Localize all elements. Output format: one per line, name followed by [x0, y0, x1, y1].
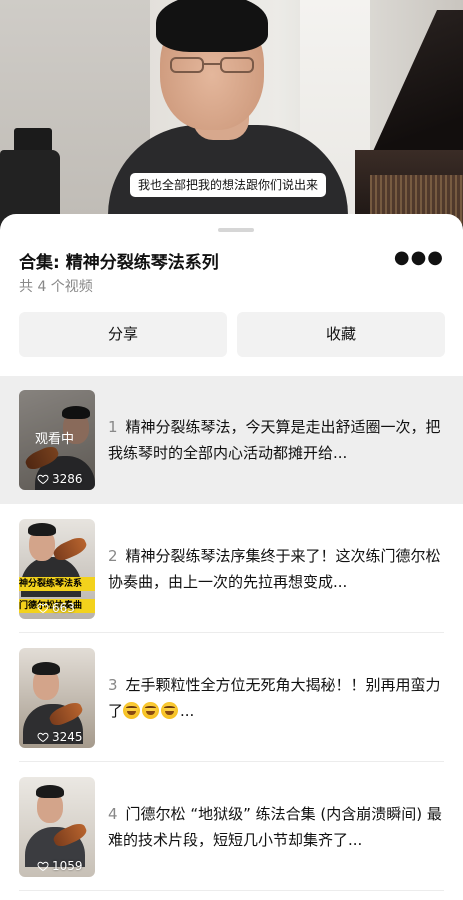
video-title: 门德尔松 “地狱级” 练法合集 (内含崩溃瞬间) 最难的技术片段，短短几小节却集… — [108, 805, 442, 849]
video-thumbnail: 3245 — [19, 648, 95, 748]
video-title: 精神分裂练琴法，今天算是走出舒适圈一次，把我练琴时的全部内心活动都摊开给... — [108, 418, 441, 462]
video-description: 1 精神分裂练琴法，今天算是走出舒适圈一次，把我练琴时的全部内心活动都摊开给... — [108, 414, 444, 466]
like-count: 663 — [37, 601, 75, 615]
laughing-crying-emoji-icon — [142, 702, 160, 719]
laughing-crying-emoji-icon — [161, 702, 179, 719]
video-index: 4 — [108, 805, 118, 823]
video-subtitle: 我也全部把我的想法跟你们说出来 — [130, 173, 327, 197]
like-count: 1059 — [37, 859, 83, 873]
video-title: 精神分裂练琴法序集终于来了！这次练门德尔松协奏曲，由上一次的先拉再想变成... — [108, 547, 441, 591]
video-index: 2 — [108, 547, 118, 565]
presenter-glasses — [170, 57, 254, 75]
divider — [19, 761, 444, 762]
video-list-item[interactable]: 观看中 3286 1 精神分裂练琴法，今天算是走出舒适圈一次，把我练琴时的全部内心… — [0, 376, 463, 504]
video-thumbnail: 1059 — [19, 777, 95, 877]
video-description: 4 门德尔松 “地狱级” 练法合集 (内含崩溃瞬间) 最难的技术片段，短短几小节却… — [108, 801, 444, 853]
video-index: 3 — [108, 676, 118, 694]
video-list-item[interactable]: 1059 4 门德尔松 “地狱级” 练法合集 (内含崩溃瞬间) 最难的技术片段，短… — [0, 763, 463, 891]
video-thumbnail: 观看中 3286 — [19, 390, 95, 490]
share-button[interactable]: 分享 — [19, 312, 227, 357]
video-player[interactable]: 我也全部把我的想法跟你们说出来 — [0, 0, 463, 232]
video-list-item[interactable]: 3245 3 左手颗粒性全方位无死角大揭秘！！别再用蛮力了... — [0, 634, 463, 762]
like-count: 3245 — [37, 730, 83, 744]
heart-icon — [37, 861, 49, 872]
sheet-drag-handle[interactable] — [218, 228, 254, 232]
like-count-value: 1059 — [52, 859, 83, 873]
video-index: 1 — [108, 418, 118, 436]
video-thumbnail: 神分裂练琴法系 门德尔松协奏曲 663 — [19, 519, 95, 619]
more-horizontal-icon[interactable]: ●●● — [394, 248, 444, 268]
video-description: 3 左手颗粒性全方位无死角大揭秘！！别再用蛮力了... — [108, 676, 441, 720]
heart-icon — [37, 603, 49, 614]
like-count: 3286 — [37, 472, 83, 486]
heart-icon — [37, 474, 49, 485]
video-description: 2 精神分裂练琴法序集终于来了！这次练门德尔松协奏曲，由上一次的先拉再想变成... — [108, 543, 444, 595]
collection-sheet: 合集: 精神分裂练琴法系列 共 4 个视频 ●●● 分享 收藏 观看中 3286… — [0, 214, 463, 900]
collection-count: 共 4 个视频 — [19, 279, 93, 295]
like-count-value: 3286 — [52, 472, 83, 486]
heart-icon — [37, 732, 49, 743]
collection-title: 合集: 精神分裂练琴法系列 — [19, 253, 219, 273]
divider — [19, 890, 444, 891]
laughing-crying-emoji-icon — [123, 702, 141, 719]
now-watching-label: 观看中 — [35, 432, 75, 447]
presenter-hair — [156, 0, 268, 52]
video-list-item[interactable]: 神分裂练琴法系 门德尔松协奏曲 663 2 精神分裂练琴法序集终于来了！这次练门德… — [0, 505, 463, 633]
favorite-button[interactable]: 收藏 — [237, 312, 445, 357]
like-count-value: 663 — [52, 601, 75, 615]
divider — [19, 632, 444, 633]
thumbnail-banner-top: 神分裂练琴法系 — [19, 577, 95, 591]
like-count-value: 3245 — [52, 730, 83, 744]
